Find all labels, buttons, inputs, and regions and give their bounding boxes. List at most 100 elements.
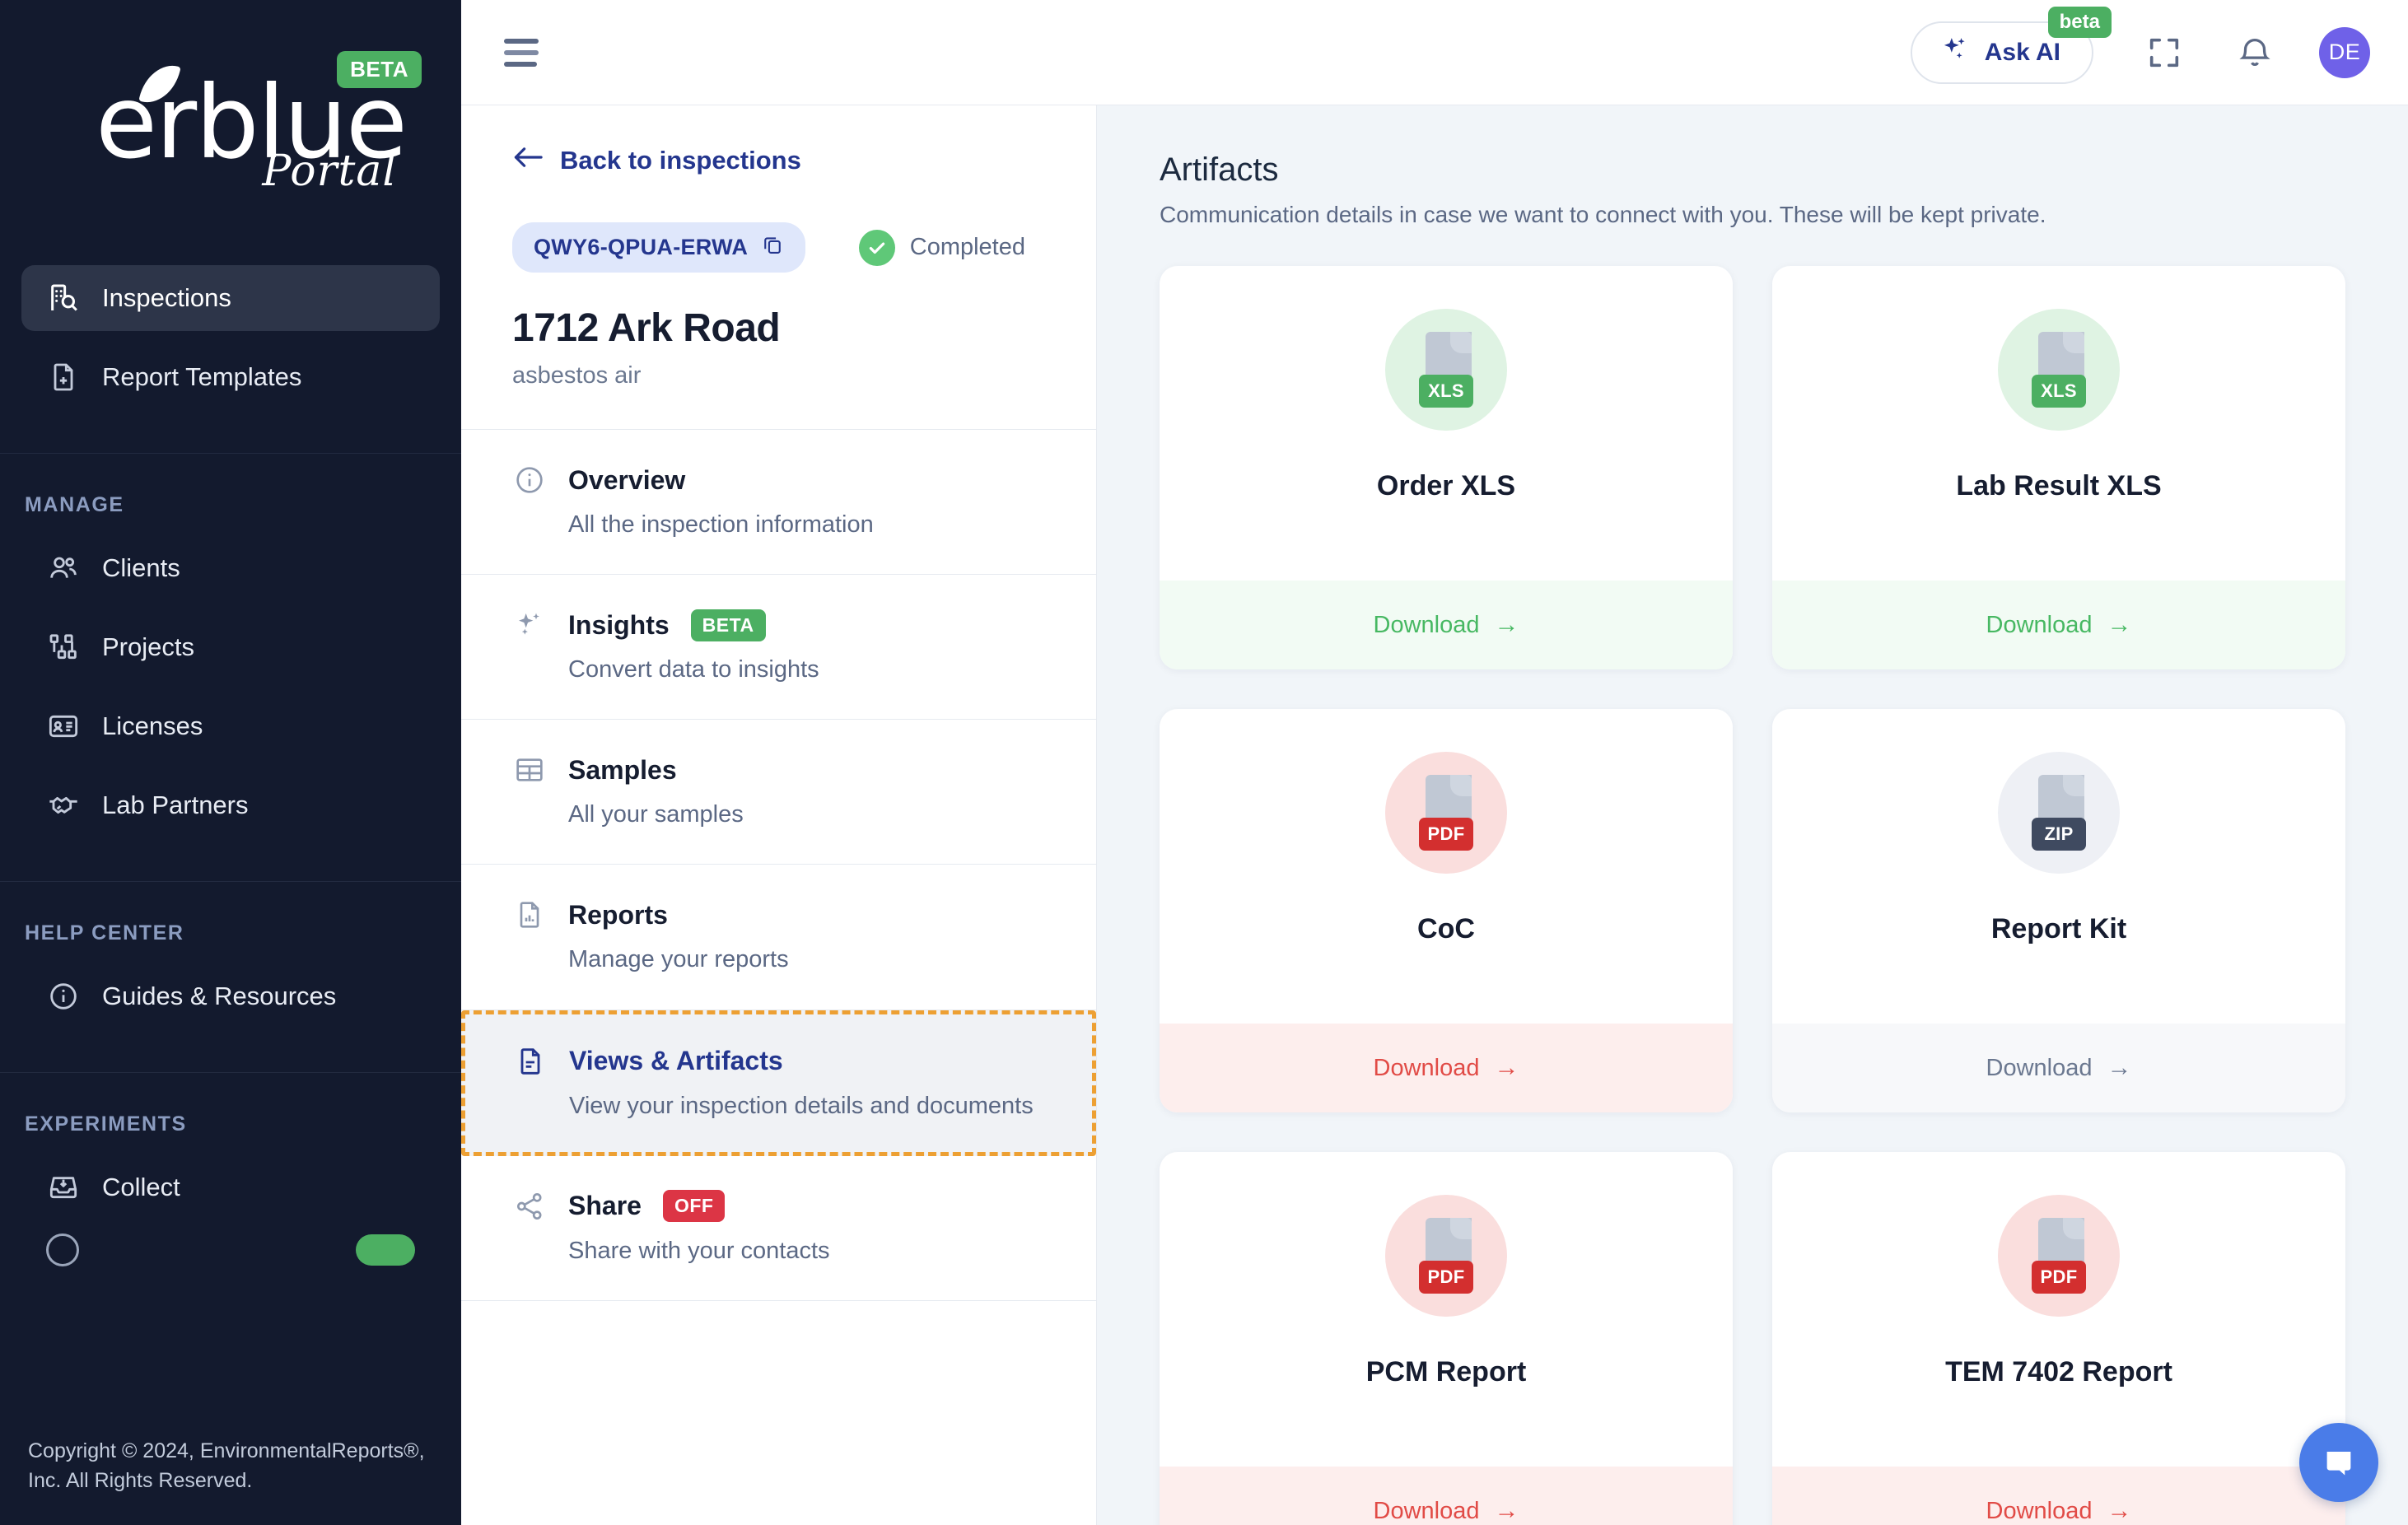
download-button[interactable]: Download → [1772, 581, 2345, 669]
right-region: Ask AI beta DE Back to inspections QWY6-… [461, 0, 2408, 1525]
artifact-card[interactable]: PDF CoC Download → [1160, 709, 1733, 1112]
nav-item-overview[interactable]: Overview All the inspection information [461, 430, 1096, 576]
nav-item-label: Samples [568, 754, 677, 785]
sidebar-experiment-toggle-row[interactable] [21, 1234, 440, 1266]
file-icon-circle: PDF [1385, 1195, 1507, 1317]
sidebar: erblue Portal BETA Inspections Report Te… [0, 0, 461, 1525]
artifact-card[interactable]: XLS Order XLS Download → [1160, 266, 1733, 669]
file-icon-circle: XLS [1998, 309, 2120, 431]
hamburger-menu-icon[interactable] [504, 34, 547, 72]
artifact-name: TEM 7402 Report [1945, 1356, 2172, 1387]
chat-bubble-icon [2326, 1451, 2351, 1476]
users-icon [46, 551, 81, 585]
inspection-code-pill[interactable]: QWY6-QPUA-ERWA [512, 222, 806, 273]
sidebar-item-report-templates[interactable]: Report Templates [21, 344, 440, 410]
nav-item-desc: All your samples [568, 801, 744, 828]
arrow-right-icon: → [1494, 1054, 1519, 1081]
file-type-badge: PDF [2032, 1261, 2086, 1294]
nav-item-label: Reports [568, 899, 668, 930]
share-icon [512, 1189, 547, 1224]
page-title: 1712 Ark Road [512, 306, 781, 350]
notifications-bell-icon[interactable] [2228, 26, 2281, 79]
app-root: erblue Portal BETA Inspections Report Te… [0, 0, 2408, 1525]
file-icon: PDF [1414, 1218, 1478, 1294]
sidebar-item-licenses[interactable]: Licenses [21, 693, 440, 759]
download-button[interactable]: Download → [1160, 581, 1733, 669]
check-circle-icon [858, 229, 895, 266]
nav-item-desc: View your inspection details and documen… [569, 1092, 1034, 1119]
nav-item-samples[interactable]: Samples All your samples [461, 720, 1096, 865]
inspection-header: Back to inspections QWY6-QPUA-ERWA Compl… [461, 105, 1096, 429]
sidebar-item-clients[interactable]: Clients [21, 535, 440, 601]
download-label: Download [1373, 1497, 1480, 1524]
file-icon-circle: PDF [1998, 1195, 2120, 1317]
back-link-label: Back to inspections [560, 146, 801, 175]
sidebar-item-label: Projects [102, 632, 194, 661]
sidebar-item-label: Lab Partners [102, 790, 249, 819]
status-badge: Completed [858, 229, 1025, 266]
back-to-inspections-link[interactable]: Back to inspections [512, 145, 1045, 176]
nav-item-desc: Manage your reports [568, 946, 789, 973]
artifacts-title: Artifacts [1160, 152, 1279, 188]
nav-item-reports[interactable]: Reports Manage your reports [461, 865, 1096, 1010]
table-icon [512, 753, 547, 787]
brand-beta-badge: BETA [337, 51, 422, 88]
sitemap-icon [46, 630, 81, 665]
download-button[interactable]: Download → [1160, 1024, 1733, 1112]
arrow-right-icon: → [2107, 1497, 2132, 1524]
download-button[interactable]: Download → [1772, 1467, 2345, 1525]
sidebar-item-lab-partners[interactable]: Lab Partners [21, 772, 440, 838]
nav-item-share[interactable]: Share OFF Share with your contacts [461, 1156, 1096, 1301]
artifact-card[interactable]: PDF PCM Report Download → [1160, 1152, 1733, 1525]
sidebar-section-label-experiments: EXPERIMENTS [25, 1112, 187, 1136]
user-avatar[interactable]: DE [2319, 26, 2370, 78]
status-label: Completed [909, 234, 1025, 260]
brand-logo[interactable]: erblue Portal BETA [0, 0, 461, 265]
chat-widget-button[interactable] [2299, 1423, 2378, 1502]
artifact-name: CoC [1417, 913, 1475, 944]
copy-icon[interactable] [761, 233, 784, 262]
download-label: Download [1373, 1054, 1480, 1081]
inbox-download-icon [46, 1170, 81, 1205]
building-search-icon [46, 281, 81, 315]
file-type-badge: PDF [1419, 818, 1473, 851]
arrow-right-icon: → [1494, 611, 1519, 638]
download-button[interactable]: Download → [1772, 1024, 2345, 1112]
info-circle-icon [46, 979, 81, 1014]
fullscreen-icon[interactable] [2138, 26, 2191, 79]
sidebar-item-label: Collect [102, 1173, 180, 1201]
sidebar-item-guides-resources[interactable]: Guides & Resources [21, 963, 440, 1029]
nav-item-views-artifacts[interactable]: Views & Artifacts View your inspection d… [461, 1010, 1096, 1156]
download-button[interactable]: Download → [1160, 1467, 1733, 1525]
arrow-right-icon: → [1494, 1497, 1519, 1524]
arrow-right-icon: → [2107, 611, 2132, 638]
sidebar-item-label: Licenses [102, 711, 203, 740]
sidebar-item-collect[interactable]: Collect [21, 1154, 440, 1220]
sidebar-item-inspections[interactable]: Inspections [21, 265, 440, 331]
file-icon: XLS [1414, 332, 1478, 408]
nav-item-desc: Share with your contacts [568, 1237, 830, 1264]
sparkles-icon [512, 608, 547, 642]
experiment-toggle[interactable] [356, 1234, 415, 1266]
nav-item-insights[interactable]: Insights BETA Convert data to insights [461, 575, 1096, 721]
nav-item-label: Insights [568, 609, 670, 640]
arrow-right-icon: → [2107, 1054, 2132, 1081]
file-icon-circle: XLS [1385, 309, 1507, 431]
sidebar-section-label-help: HELP CENTER [25, 921, 184, 944]
info-circle-icon [512, 463, 547, 497]
topbar: Ask AI beta DE [461, 0, 2408, 105]
download-label: Download [1986, 611, 2093, 638]
artifact-card[interactable]: ZIP Report Kit Download → [1772, 709, 2345, 1112]
document-lines-icon [513, 1044, 548, 1079]
nav-item-label: Views & Artifacts [569, 1046, 783, 1076]
file-icon: XLS [2027, 332, 2091, 408]
nav-item-desc: All the inspection information [568, 511, 874, 538]
nav-item-desc: Convert data to insights [568, 656, 819, 683]
file-icon: PDF [2027, 1218, 2091, 1294]
artifact-card[interactable]: PDF TEM 7402 Report Download → [1772, 1152, 2345, 1525]
id-card-icon [46, 709, 81, 744]
ask-ai-wrapper: Ask AI beta [1910, 6, 2112, 84]
artifact-card[interactable]: XLS Lab Result XLS Download → [1772, 266, 2345, 669]
sidebar-item-projects[interactable]: Projects [21, 614, 440, 680]
beta-badge: BETA [690, 609, 766, 641]
